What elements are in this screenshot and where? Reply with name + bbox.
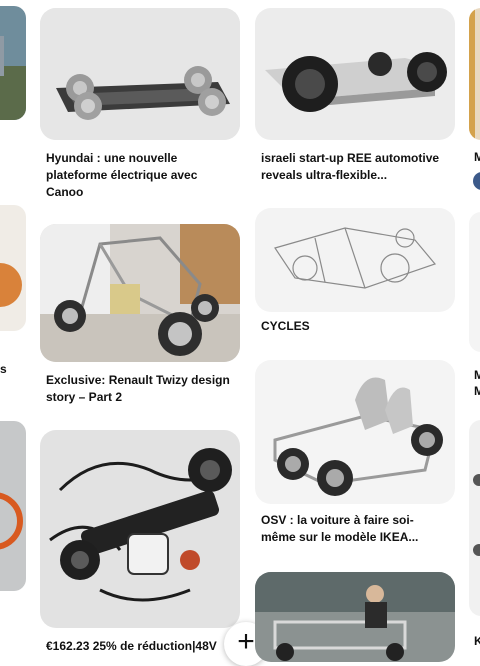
ree-pin-title[interactable]: israeli start-up REE automotive reveals …: [261, 150, 461, 184]
osv-title-line-1: OSV : la voiture à faire soi-: [261, 513, 414, 527]
right-edge-text-3: M: [474, 384, 480, 398]
right-edge-text-4: K: [474, 634, 480, 648]
left-edge-image-1[interactable]: [0, 6, 26, 120]
left-edge-image-2[interactable]: [0, 205, 26, 331]
motor-kit-title-line-1: €162.23 25% de réduction|48V: [46, 639, 217, 653]
twizy-title-line-2: story – Part 2: [46, 390, 123, 404]
right-edge-text-2: M: [474, 368, 480, 382]
ree-title-line-1: israeli start-up REE automotive: [261, 151, 440, 165]
street-cart-image[interactable]: [255, 572, 455, 662]
cycles-sketch-image[interactable]: [255, 208, 455, 312]
twizy-image[interactable]: [40, 224, 240, 362]
hyundai-title-line-2: plateforme électrique avec: [46, 168, 198, 182]
hyundai-platform-image[interactable]: [40, 8, 240, 140]
right-edge-image-1[interactable]: [469, 8, 480, 140]
twizy-pin-title[interactable]: Exclusive: Renault Twizy design story – …: [46, 372, 236, 406]
left-edge-image-3[interactable]: [0, 421, 26, 591]
hyundai-title-line-3: Canoo: [46, 185, 84, 199]
right-edge-text-1: M: [474, 150, 480, 164]
hyundai-title-line-1: Hyundai : une nouvelle: [46, 151, 178, 165]
ree-platform-image[interactable]: [255, 8, 455, 140]
osv-car-image[interactable]: [255, 360, 455, 504]
left-edge-text: s: [0, 362, 7, 376]
osv-pin-title[interactable]: OSV : la voiture à faire soi- même sur l…: [261, 512, 461, 546]
ree-title-line-2: reveals ultra-flexible...: [261, 168, 388, 182]
motor-kit-pin-title[interactable]: €162.23 25% de réduction|48V: [46, 638, 236, 655]
avatar[interactable]: [473, 172, 480, 190]
motor-kit-image[interactable]: [40, 430, 240, 628]
twizy-title-line-1: Exclusive: Renault Twizy design: [46, 373, 230, 387]
hyundai-pin-title[interactable]: Hyundai : une nouvelle plateforme électr…: [46, 150, 236, 201]
right-edge-image-2[interactable]: [469, 212, 480, 352]
cycles-title: CYCLES: [261, 319, 310, 333]
plus-icon: +: [237, 625, 255, 658]
osv-title-line-2: même sur le modèle IKEA...: [261, 530, 419, 544]
cycles-pin-title[interactable]: CYCLES: [261, 318, 461, 335]
right-edge-image-3[interactable]: [469, 420, 480, 616]
